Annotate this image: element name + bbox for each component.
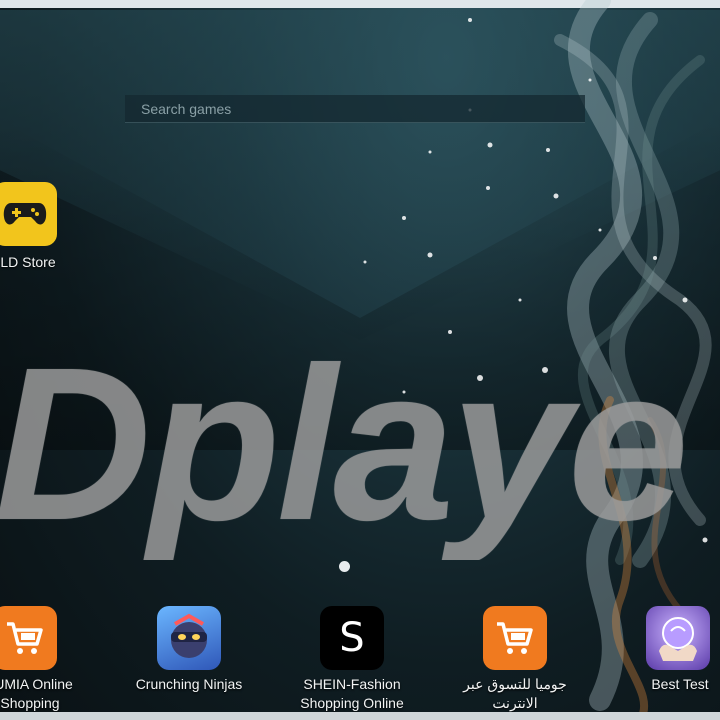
app-label-line1: JUMIA Online <box>0 676 73 692</box>
app-label-line1: SHEIN-Fashion <box>303 676 401 692</box>
top-edge <box>0 0 720 8</box>
app-crunching-ninjas[interactable] <box>157 606 221 670</box>
app-label-line1: Best Test <box>651 676 709 692</box>
app-label-best-test: Best Test <box>620 675 720 694</box>
app-label-line2: Shopping Online <box>300 695 404 711</box>
gamepad-icon <box>3 203 47 225</box>
ninja-game-icon <box>171 613 207 658</box>
app-jumia-online-shopping[interactable] <box>0 606 57 670</box>
dplayer-watermark: Dplaye <box>0 330 689 560</box>
search-games-bar[interactable] <box>125 95 585 123</box>
app-label-jumia: JUMIA Online Shopping <box>0 675 100 713</box>
app-label-line2: الانترنت <box>492 695 538 711</box>
search-input[interactable] <box>139 99 585 118</box>
android-home-screen: LD Store Dplaye JUMIA Online Shopping Cr… <box>0 0 720 720</box>
letter-s-icon: S <box>339 615 365 661</box>
app-label-crunching-ninjas: Crunching Ninjas <box>109 675 269 694</box>
app-best-test[interactable] <box>646 606 710 670</box>
app-shein-fashion[interactable]: S <box>320 606 384 670</box>
app-jumia-arabic[interactable] <box>483 606 547 670</box>
app-label-ld-store: LD Store <box>0 254 56 270</box>
shopping-cart-icon <box>497 622 533 654</box>
app-ld-store[interactable] <box>0 182 57 246</box>
bottom-edge <box>0 712 720 720</box>
app-label-line1: Crunching Ninjas <box>135 676 243 692</box>
app-label-jumia-arabic: جوميا للتسوق عبر الانترنت <box>435 675 595 713</box>
app-label-line1: جوميا للتسوق عبر <box>463 676 567 692</box>
page-indicator-dot[interactable] <box>339 561 350 572</box>
crystal-ball-icon <box>659 617 697 661</box>
shopping-cart-icon <box>7 622 43 654</box>
app-label-shein: SHEIN-Fashion Shopping Online <box>272 675 432 713</box>
app-label-line2: Shopping <box>0 695 60 711</box>
